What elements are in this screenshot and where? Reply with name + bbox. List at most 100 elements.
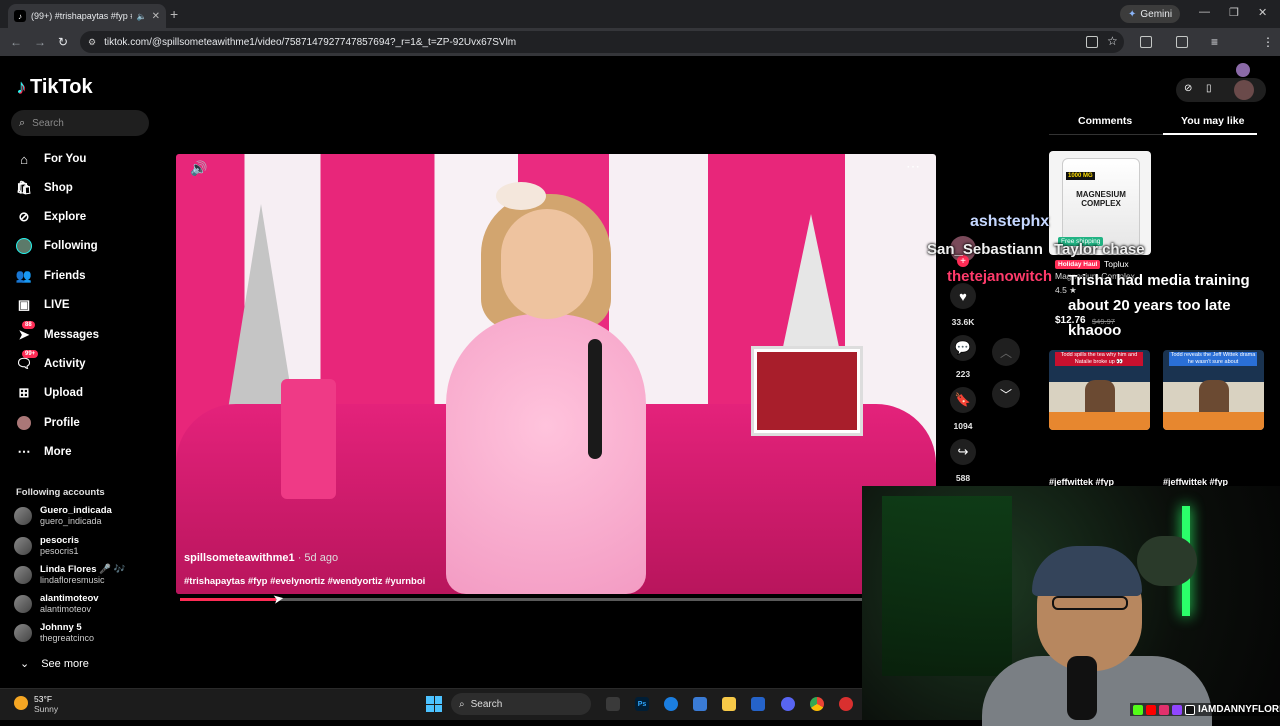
next-video-button[interactable]: ﹀: [992, 380, 1020, 408]
compass-icon[interactable]: ⊘: [1184, 83, 1192, 94]
active-tab-indicator: [1163, 133, 1257, 135]
browser-tab[interactable]: ♪ (99+) #trishapaytas #fyp #e… 🔈 ✕: [8, 4, 166, 28]
activity-icon: 🗨 99+: [16, 350, 39, 372]
comment-button[interactable]: 💬 223: [950, 335, 976, 379]
file-explorer-icon[interactable]: [722, 697, 736, 711]
video-hashtags[interactable]: #trishapaytas #fyp #evelynortiz #wendyor…: [184, 576, 425, 587]
search-input[interactable]: ⌕ Search: [11, 110, 149, 136]
see-more-label: See more: [41, 657, 89, 670]
video-author[interactable]: spillsometeawithme1 · 5d ago: [184, 552, 338, 564]
photoshop-icon[interactable]: Ps: [635, 697, 649, 711]
speaker-icon[interactable]: 🔈: [137, 12, 147, 21]
sidebar-item-more[interactable]: ⋯ More: [16, 444, 72, 460]
weather-widget[interactable]: 53°F Sunny: [34, 694, 58, 714]
sidebar-item-messages[interactable]: ➤ 88 Messages: [16, 321, 99, 343]
recommended-video[interactable]: Todd spills the tea why him and Natalie …: [1049, 350, 1150, 430]
thumbnail-caption: Todd spills the tea why him and Natalie …: [1055, 352, 1143, 366]
sidebar-item-activity[interactable]: 🗨 99+ Activity: [16, 350, 86, 372]
comment-icon: 💬: [950, 335, 976, 361]
following-accounts-heading: Following accounts: [16, 487, 105, 498]
sidebar-item-upload[interactable]: ⊞ Upload: [16, 385, 83, 401]
sidebar-item-live[interactable]: ▣ LIVE: [16, 297, 70, 313]
sidebar-item-shop[interactable]: 🛍 Shop: [16, 180, 73, 196]
account-handle: lindafloresmusic: [40, 575, 105, 585]
cast-icon[interactable]: [1086, 36, 1098, 48]
like-button[interactable]: ♥ 33.6K: [950, 283, 976, 327]
account-name: Guero_indicada: [40, 505, 112, 516]
app-icon[interactable]: [839, 697, 853, 711]
minimize-icon[interactable]: —: [1199, 6, 1210, 18]
recommended-video[interactable]: Todd reveals the Jeff Wittek drama he wa…: [1163, 350, 1264, 430]
device-icon[interactable]: ▯: [1206, 83, 1212, 94]
video-more-icon[interactable]: ⋯: [906, 158, 920, 175]
close-window-icon[interactable]: ✕: [1258, 6, 1267, 19]
app-icon[interactable]: [751, 697, 765, 711]
nav-label: LIVE: [44, 299, 70, 311]
previous-video-button[interactable]: ︿: [992, 338, 1020, 366]
restore-icon[interactable]: ❐: [1229, 6, 1239, 19]
chevron-down-icon: ﹀: [999, 387, 1012, 402]
tab-comments[interactable]: Comments: [1078, 115, 1132, 127]
chat-username: San_Sebastiann: [927, 241, 1043, 258]
webcam-helmet: [1137, 536, 1197, 586]
author-name: spillsometeawithme1: [184, 552, 295, 564]
chat-username: Taylor chase: [1054, 241, 1145, 258]
sidebar-item-for-you[interactable]: ⌂ For You: [16, 151, 86, 167]
edge-icon[interactable]: [664, 697, 678, 711]
new-tab-button[interactable]: +: [170, 6, 178, 22]
chrome-icon[interactable]: [810, 697, 824, 711]
tiktok-logo[interactable]: ♪ TikTok: [16, 76, 93, 99]
save-button[interactable]: 🔖 1094: [950, 387, 976, 431]
chrome-menu-icon[interactable]: ⋮: [1262, 35, 1274, 49]
extensions-icon[interactable]: [1140, 36, 1152, 48]
instagram-icon: [1159, 704, 1169, 715]
task-view-icon[interactable]: [606, 697, 620, 711]
video-player[interactable]: 🔊 ⋯ spillsometeawithme1 · 5d ago #trisha…: [176, 154, 936, 594]
windows-start-icon[interactable]: [426, 696, 442, 712]
video-scene-person: [446, 314, 646, 594]
share-button[interactable]: ↪ 588: [950, 439, 976, 483]
address-bar[interactable]: ⚙ tiktok.com/@spillsometeawithme1/video/…: [80, 31, 1124, 53]
discord-icon[interactable]: [781, 697, 795, 711]
tab-you-may-like[interactable]: You may like: [1181, 115, 1244, 127]
see-more-button[interactable]: ⌄ See more: [20, 657, 89, 671]
thumbnail-caption: Todd reveals the Jeff Wittek drama he wa…: [1169, 352, 1257, 366]
search-icon: ⌕: [459, 698, 465, 710]
site-info-icon[interactable]: ⚙: [88, 37, 96, 48]
avatar: [14, 507, 32, 525]
profile-avatar-icon[interactable]: [1236, 63, 1250, 77]
sidebar-item-profile[interactable]: Profile: [16, 415, 80, 431]
media-control-icon[interactable]: ≡: [1211, 35, 1218, 49]
close-tab-icon[interactable]: ✕: [152, 11, 160, 22]
sidepanel-icon[interactable]: [1176, 36, 1188, 48]
following-account[interactable]: Linda Flores 🎤 🎶 lindafloresmusic: [14, 564, 125, 586]
friends-icon: 👥: [15, 268, 33, 283]
sidebar-item-friends[interactable]: 👥 Friends: [16, 268, 86, 284]
weather-temp: 53°F: [34, 694, 53, 704]
kick-icon: [1133, 704, 1143, 715]
logo-text: TikTok: [30, 76, 93, 98]
profile-avatar-icon[interactable]: [1234, 80, 1254, 100]
bookmark-star-icon[interactable]: ☆: [1107, 34, 1118, 48]
chevron-up-icon: ︿: [999, 345, 1012, 360]
heart-icon: ♥: [950, 283, 976, 309]
sidebar-item-following[interactable]: Following: [16, 238, 98, 254]
following-account[interactable]: Guero_indicada guero_indicada: [14, 505, 112, 527]
store-icon[interactable]: [693, 697, 707, 711]
forward-icon[interactable]: →: [34, 35, 46, 49]
following-account[interactable]: pesocris pesocris1: [14, 535, 79, 557]
weather-sun-icon[interactable]: [14, 696, 28, 710]
browser-toolbar: ← → ↻ ⚙ tiktok.com/@spillsometeawithme1/…: [0, 28, 1280, 77]
sidebar-item-explore[interactable]: ⊘ Explore: [16, 209, 87, 225]
back-icon[interactable]: ←: [10, 35, 22, 49]
reload-icon[interactable]: ↻: [58, 35, 68, 49]
gemini-button[interactable]: ✦ Gemini: [1120, 5, 1181, 23]
following-account[interactable]: Johnny 5 thegreatcinco: [14, 622, 94, 644]
following-account[interactable]: alantimoteov alantimoteov: [14, 593, 99, 615]
video-scene-bow: [496, 182, 546, 210]
video-scene-microphone: [588, 339, 602, 459]
account-handle: pesocris1: [40, 546, 79, 556]
taskbar-search[interactable]: ⌕ Search: [451, 693, 591, 715]
product-dose-badge: 1000 MG: [1066, 172, 1095, 180]
volume-icon[interactable]: 🔊: [190, 160, 207, 177]
